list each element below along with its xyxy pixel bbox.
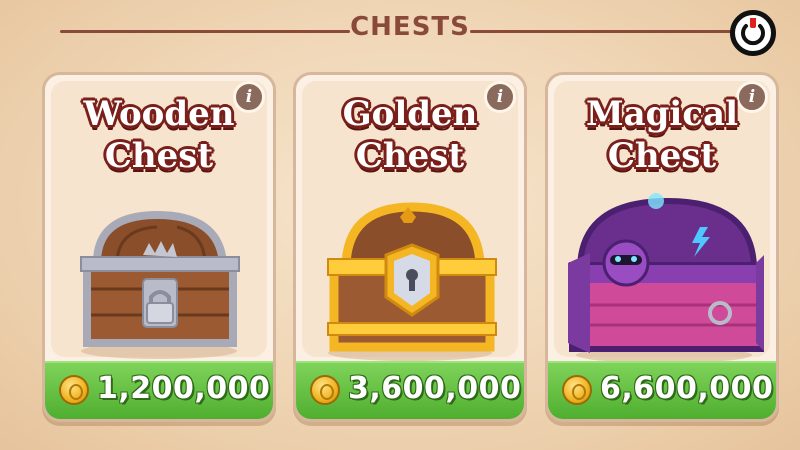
chest-title: Wooden Chest [53,93,265,177]
chest-price: 3,600,000 [348,371,522,406]
price-bar[interactable]: 1,200,000 [45,361,273,419]
chest-title-line2: Chest [355,136,465,176]
chest-card-wooden[interactable]: i Wooden Chest 1,200,000 [42,72,276,422]
coin-icon [562,375,592,405]
coin-icon [310,375,340,405]
chest-title: Golden Chest [304,93,516,177]
wooden-chest-image [80,210,240,359]
header-divider-right [470,30,740,33]
header-divider-left [60,30,350,33]
chest-price: 1,200,000 [97,371,271,406]
page-title: CHESTS [350,12,470,42]
magical-chest-image [568,193,764,363]
power-button[interactable] [730,10,776,56]
price-bar[interactable]: 3,600,000 [296,361,524,419]
chest-title-line1: Magical [585,94,738,134]
coin-icon [59,375,89,405]
power-icon [741,18,765,46]
chest-price: 6,600,000 [600,371,774,406]
golden-chest-image [327,202,497,361]
chest-card-magical[interactable]: i Magical Chest 6,600,000 [545,72,779,422]
chest-card-golden[interactable]: i Golden Chest 3,600,000 [293,72,527,422]
section-header: CHESTS [0,10,800,50]
chest-title: Magical Chest [556,93,768,177]
chest-title-line1: Wooden [83,94,235,134]
chest-title-line2: Chest [104,136,214,176]
chest-title-line2: Chest [607,136,717,176]
chest-title-line1: Golden [342,94,478,134]
price-bar[interactable]: 6,600,000 [548,361,776,419]
